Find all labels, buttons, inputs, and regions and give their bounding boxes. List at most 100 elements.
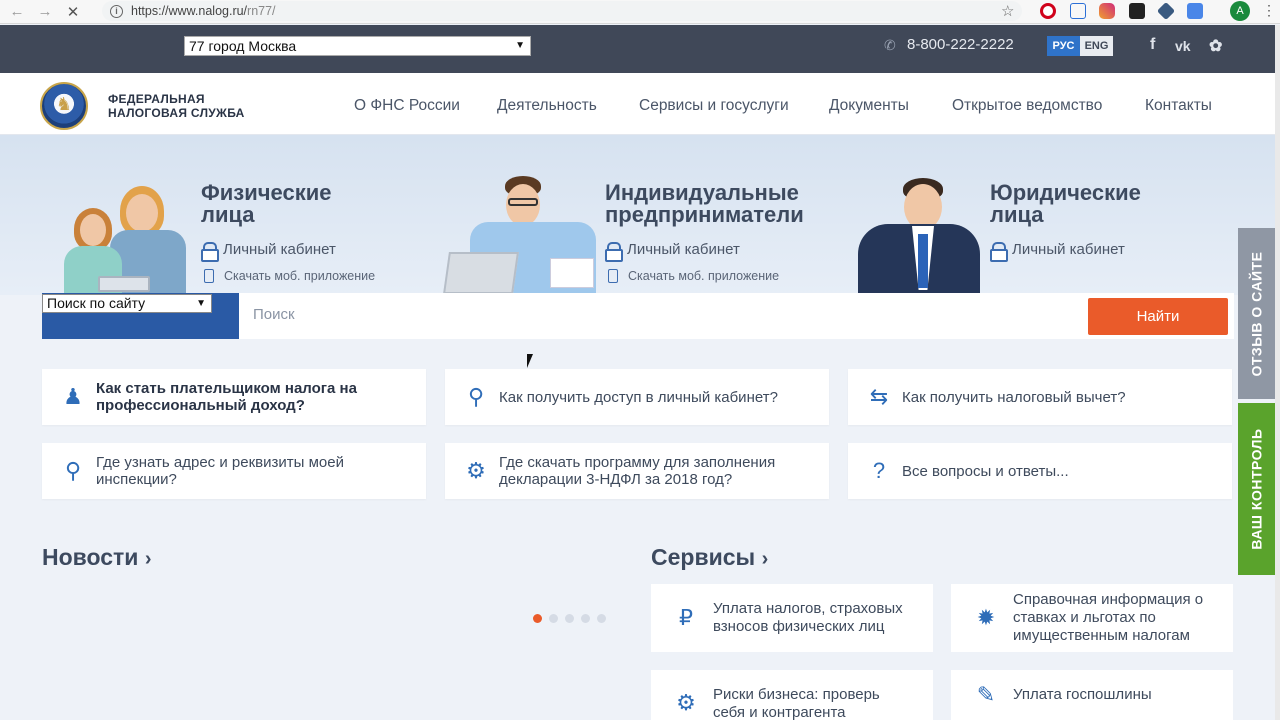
service-card-business-risks[interactable]: ⚙ Риски бизнеса: проверь себя и контраге… xyxy=(651,670,933,720)
org-name-line2: НАЛОГОВАЯ СЛУЖБА xyxy=(108,106,245,120)
service-card-tax-payment[interactable]: ₽ Уплата налогов, страховых взносов физи… xyxy=(651,584,933,652)
entrepreneurs-title-line1: Индивидуальные xyxy=(605,180,799,205)
address-bar[interactable]: i https://www.nalog.ru/rn77/ xyxy=(102,1,1022,21)
slider-dot[interactable] xyxy=(581,614,590,623)
faq-card-text: Все вопросы и ответы... xyxy=(902,462,1069,480)
vk-icon[interactable]: vk xyxy=(1175,38,1191,54)
individuals-title[interactable]: Физические лица xyxy=(201,182,332,226)
individuals-title-line1: Физические xyxy=(201,180,332,205)
individuals-cabinet-label: Личный кабинет xyxy=(223,241,336,258)
org-name-line1: ФЕДЕРАЛЬНАЯ xyxy=(108,92,205,106)
instagram-extension-icon[interactable] xyxy=(1099,3,1115,19)
faq-card-declaration-program[interactable]: ⚙ Где скачать программу для заполнения д… xyxy=(445,443,829,499)
your-control-label: ВАШ КОНТРОЛЬ xyxy=(1248,428,1265,550)
legal-entities-cabinet-label: Личный кабинет xyxy=(1012,241,1125,258)
services-heading[interactable]: Сервисы › xyxy=(651,544,768,571)
org-name[interactable]: ФЕДЕРАЛЬНАЯ НАЛОГОВАЯ СЛУЖБА xyxy=(108,92,245,120)
faq-card-cabinet-access[interactable]: ⚲ Как получить доступ в личный кабинет? xyxy=(445,369,829,425)
faq-card-inspection-address[interactable]: ⚲ Где узнать адрес и реквизиты моей инсп… xyxy=(42,443,426,499)
key-icon: ⚲ xyxy=(467,384,485,409)
lang-ru-button[interactable]: РУС xyxy=(1047,36,1080,56)
faq-card-text: Где узнать адрес и реквизиты моей инспек… xyxy=(96,454,344,488)
faq-card-self-employed[interactable]: ♟ Как стать плательщиком налога на профе… xyxy=(42,369,426,425)
stop-loading-icon[interactable]: ✕ xyxy=(62,1,84,23)
dropdown-arrow-icon: ▼ xyxy=(515,40,525,51)
question-marks-icon: ? xyxy=(872,458,886,483)
chevron-right-icon: › xyxy=(761,548,769,570)
slider-dot[interactable] xyxy=(549,614,558,623)
news-heading[interactable]: Новости › xyxy=(42,544,152,571)
back-arrow-icon[interactable]: ← xyxy=(6,1,28,23)
profile-avatar[interactable]: A xyxy=(1230,1,1250,21)
faq-line1: Где скачать программу для заполнения xyxy=(499,454,776,471)
bookmark-star-icon[interactable]: ☆ xyxy=(1001,2,1014,20)
page-scrollbar[interactable] xyxy=(1275,25,1280,720)
mobile-phone-icon xyxy=(608,269,618,283)
phone-number: 8-800-222-2222 xyxy=(907,36,1014,53)
search-input[interactable]: Поиск xyxy=(253,306,295,323)
url-path: rn77/ xyxy=(247,4,276,18)
nav-open-agency[interactable]: Открытое ведомство xyxy=(952,97,1102,115)
slider-dot[interactable] xyxy=(533,614,542,623)
entrepreneurs-title-line2: предприниматели xyxy=(605,202,804,227)
download-gear-icon: ⚙ xyxy=(466,458,486,483)
extension-icon[interactable] xyxy=(1070,3,1086,19)
nav-documents[interactable]: Документы xyxy=(829,97,909,115)
service-card-text: Уплата налогов, страховых взносов физиче… xyxy=(713,600,903,636)
lock-icon xyxy=(990,241,1008,262)
browser-menu-icon[interactable]: ⋮ xyxy=(1262,2,1276,19)
legal-entities-cabinet-link[interactable]: Личный кабинет xyxy=(990,241,1125,262)
lock-icon xyxy=(605,241,623,262)
dropdown-arrow-icon: ▼ xyxy=(196,298,206,309)
faq-card-tax-deduction[interactable]: ⇆ Как получить налоговый вычет? xyxy=(848,369,1232,425)
service-card-text: Риски бизнеса: проверь себя и контрагент… xyxy=(713,686,880,720)
nav-about[interactable]: О ФНС России xyxy=(354,97,460,115)
info-icon[interactable]: i xyxy=(110,4,123,18)
legal-entities-title-line1: Юридические xyxy=(990,180,1141,205)
service-card-property-rates[interactable]: ✹ Справочная информация о ставках и льго… xyxy=(951,584,1233,652)
facebook-icon[interactable]: f xyxy=(1150,36,1155,54)
legal-entities-title-line2: лица xyxy=(990,202,1044,227)
service-card-state-duty[interactable]: ✎ Уплата госпошлины xyxy=(951,670,1233,720)
faq-card-text: Как получить доступ в личный кабинет? xyxy=(499,388,778,406)
slider-dot[interactable] xyxy=(597,614,606,623)
nav-activity[interactable]: Деятельность xyxy=(497,97,597,115)
phone-icon: ✆ xyxy=(884,36,896,53)
service-line3: имущественным налогам xyxy=(1013,627,1190,644)
individuals-app-link[interactable]: Скачать моб. приложение xyxy=(204,269,375,283)
eagle-emblem-icon: ♞ xyxy=(55,94,73,114)
faq-line1: Как стать плательщиком налога на xyxy=(96,380,357,397)
twitter-icon[interactable]: ✿ xyxy=(1209,36,1222,56)
lock-icon xyxy=(201,241,219,262)
region-select[interactable]: 77 город Москва ▼ xyxy=(184,36,531,56)
faq-line2: профессиональный доход? xyxy=(96,397,305,414)
your-control-tab[interactable]: ВАШ КОНТРОЛЬ xyxy=(1238,403,1275,575)
services-title: Сервисы xyxy=(651,544,756,570)
opera-extension-icon[interactable] xyxy=(1040,3,1056,19)
magnifier-gear-icon: ⚙ xyxy=(676,690,696,715)
slider-dot[interactable] xyxy=(565,614,574,623)
translate-extension-icon[interactable] xyxy=(1187,3,1203,19)
faq-card-all-questions[interactable]: ? Все вопросы и ответы... xyxy=(848,443,1232,499)
entrepreneurs-app-link[interactable]: Скачать моб. приложение xyxy=(608,269,779,283)
percent-exchange-icon: ⇆ xyxy=(869,384,889,409)
nav-services[interactable]: Сервисы и госуслуги xyxy=(639,97,789,115)
map-pin-icon: ⚲ xyxy=(64,458,82,483)
url-host: https://www.nalog.ru/ xyxy=(131,4,248,18)
lang-en-button[interactable]: ENG xyxy=(1080,36,1113,56)
entrepreneurs-cabinet-link[interactable]: Личный кабинет xyxy=(605,241,740,262)
legal-entities-title[interactable]: Юридические лица xyxy=(990,182,1141,226)
search-scope-select[interactable]: Поиск по сайту ▼ xyxy=(42,294,212,313)
search-scope-value: Поиск по сайту xyxy=(47,295,146,311)
entrepreneurs-title[interactable]: Индивидуальные предприниматели xyxy=(605,182,804,226)
hotline-phone[interactable]: ✆ 8-800-222-2222 xyxy=(884,36,1014,53)
notification-extension-icon[interactable] xyxy=(1129,3,1145,19)
faq-line1: Где узнать адрес и реквизиты моей xyxy=(96,454,344,471)
faq-card-text: Где скачать программу для заполнения дек… xyxy=(499,454,775,488)
search-button[interactable]: Найти xyxy=(1088,298,1228,335)
site-feedback-tab[interactable]: ОТЗЫВ О САЙТЕ xyxy=(1238,228,1275,399)
language-switch: РУС ENG xyxy=(1047,36,1113,56)
nav-contacts[interactable]: Контакты xyxy=(1145,97,1212,115)
individuals-cabinet-link[interactable]: Личный кабинет xyxy=(201,241,336,262)
forward-arrow-icon[interactable]: → xyxy=(34,1,56,23)
